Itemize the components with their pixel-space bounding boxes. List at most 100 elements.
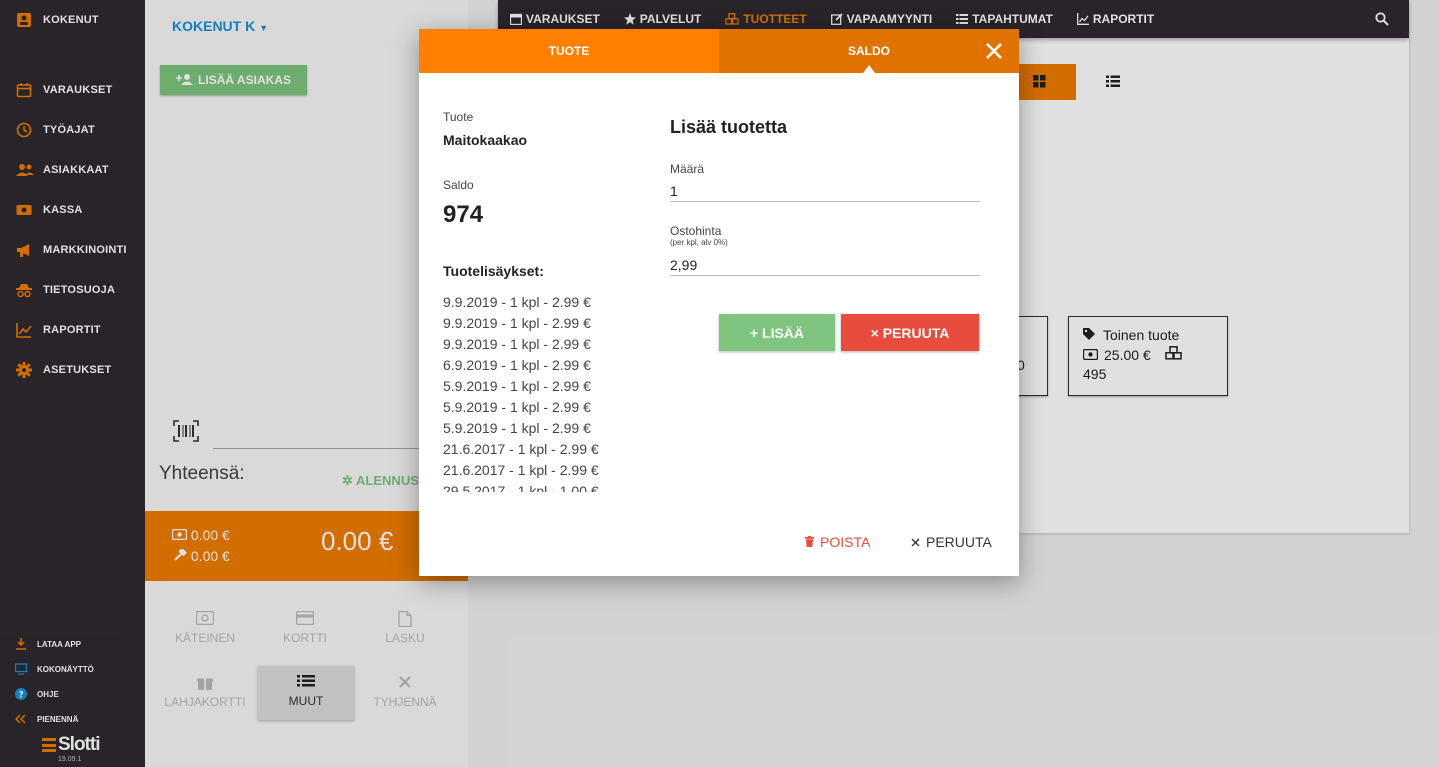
close-icon [911, 534, 920, 550]
customer-title[interactable]: KOKENUT K ▼ [172, 18, 268, 34]
nav-tapahtumat[interactable]: TAPAHTUMAT [956, 12, 1053, 26]
sidebar-item-pienenna[interactable]: PIENENNÄ [0, 708, 145, 730]
history-list[interactable]: 9.9.2019 - 1 kpl - 2.99 € 9.9.2019 - 1 k… [443, 292, 643, 492]
tab-label: SALDO [848, 44, 890, 58]
product-label: Tuote [443, 110, 474, 124]
add-customer-label: LISÄÄ ASIAKAS [198, 73, 291, 87]
product-name-row: Toinen tuote [1083, 327, 1213, 343]
sidebar-item-tietosuoja[interactable]: TIETOSUOJA [0, 275, 145, 305]
cash-icon [171, 527, 188, 543]
edit-icon [830, 13, 843, 25]
help-icon: ? [15, 688, 27, 701]
calendar-icon [16, 82, 32, 98]
trash-icon [805, 534, 814, 550]
cancel-flat-label: PERUUTA [926, 534, 992, 550]
history-title: Tuotelisäykset: [443, 263, 544, 279]
other-pay-button[interactable]: MUUT [258, 666, 354, 720]
sidebar-item-lataa-app[interactable]: LATAA APP [0, 633, 145, 655]
download-icon [15, 638, 27, 650]
sidebar-item-kokonaytto[interactable]: KOKONÄYTTÖ [0, 658, 145, 680]
pay-button-label: TYHJENNÄ [373, 695, 437, 709]
nav-vapaamyynti[interactable]: VAPAAMYYNTI [830, 12, 932, 26]
gear-icon: ✲ [342, 473, 353, 488]
cancel-flat-button[interactable]: PERUUTA [911, 534, 992, 550]
sidebar-item-label: KOKENUT [43, 14, 99, 26]
card-icon [295, 610, 315, 627]
cash-pay-button[interactable]: KÄTEINEN [157, 603, 253, 657]
nav-label: PALVELUT [639, 12, 702, 26]
sidebar-item-label: TYÖAJAT [43, 124, 95, 136]
total-label: Yhteensä: [159, 463, 245, 484]
cubes-icon [725, 13, 739, 25]
gift-icon [196, 675, 214, 691]
add-button-label: + LISÄÄ [749, 324, 805, 341]
list-item: 29.5.2017 - 1 kpl - 1.00 € [443, 483, 599, 492]
sidebar-item-label: RAPORTIT [43, 324, 101, 336]
quantity-underline [670, 201, 980, 202]
list-icon [1106, 75, 1120, 93]
nav-palvelut[interactable]: PALVELUT [623, 12, 702, 26]
tab-tuote[interactable]: TUOTE [419, 29, 719, 73]
list-item: 5.9.2019 - 1 kpl - 2.99 € [443, 399, 591, 415]
search-icon[interactable] [1375, 12, 1389, 26]
modal-tabs: TUOTE SALDO [419, 29, 1019, 73]
product-price-row: 25.00 € [1082, 346, 1213, 363]
add-button[interactable]: + LISÄÄ [719, 314, 835, 351]
list-item: 21.6.2017 - 1 kpl - 2.99 € [443, 441, 599, 457]
price-input[interactable]: 2,99 [670, 257, 697, 273]
total-amount: 0.00 € [321, 526, 394, 556]
barcode-icon[interactable] [173, 420, 199, 442]
list-item: 9.9.2019 - 1 kpl - 2.99 € [443, 294, 591, 310]
cancel-button-label: × PERUUTA [870, 324, 950, 341]
sidebar-item-tyoajat[interactable]: TYÖAJAT [0, 115, 145, 145]
invoice-pay-button[interactable]: LASKU [357, 603, 453, 657]
sidebar: KOKENUT VARAUKSET TYÖAJAT ASIAKKAAT KASS… [0, 0, 145, 767]
sidebar-item-label: LATAA APP [37, 639, 81, 649]
brand-logo: Slotti [42, 734, 100, 756]
product-name: Maitokaakao [443, 132, 528, 148]
nav-tuotteet[interactable]: TUOTTEET [725, 12, 807, 26]
clear-icon [396, 675, 414, 691]
add-customer-button[interactable]: LISÄÄ ASIAKAS [160, 65, 307, 95]
delete-button[interactable]: POISTA [805, 534, 870, 550]
sidebar-item-asetukset[interactable]: ASETUKSET [0, 355, 145, 385]
service-total: 0.00 € [172, 547, 230, 564]
tab-saldo[interactable]: SALDO [719, 29, 1019, 73]
sidebar-item-ohje[interactable]: ? OHJE [0, 683, 145, 705]
nav-label: TAPAHTUMAT [972, 12, 1053, 26]
gear-icon [16, 362, 32, 378]
brand-name: Slotti [58, 734, 100, 755]
product-name: Toinen tuote [1103, 327, 1180, 343]
list-item: 5.9.2019 - 1 kpl - 2.99 € [443, 378, 591, 394]
list-item: 9.9.2019 - 1 kpl - 2.99 € [443, 336, 591, 352]
list-item: 9.9.2019 - 1 kpl - 2.99 € [443, 315, 591, 331]
sidebar-item-kokenut[interactable]: KOKENUT [0, 5, 145, 35]
hammer-icon [172, 547, 187, 564]
caret-down-icon: ▼ [259, 23, 269, 33]
calendar-icon [509, 13, 523, 26]
card-pay-button[interactable]: KORTTI [257, 603, 353, 657]
clear-button[interactable]: TYHJENNÄ [357, 667, 453, 721]
sidebar-item-raportit[interactable]: RAPORTIT [0, 315, 145, 345]
gift-card-button[interactable]: LAHJAKORTTI [157, 667, 253, 721]
megaphone-icon [16, 242, 32, 258]
add-title: Lisää tuotetta [670, 117, 788, 137]
sidebar-item-varaukset[interactable]: VARAUKSET [0, 75, 145, 105]
pay-button-label: LASKU [385, 631, 425, 645]
cash-total: 0.00 € [171, 527, 230, 543]
sidebar-item-asiakkaat[interactable]: ASIAKKAAT [0, 155, 145, 185]
nav-varaukset[interactable]: VARAUKSET [509, 12, 600, 26]
list-icon [297, 674, 315, 690]
user-badge-icon [16, 12, 32, 28]
saldo-label: Saldo [443, 178, 474, 192]
sidebar-item-kassa[interactable]: KASSA [0, 195, 145, 225]
list-view-button[interactable] [1076, 64, 1149, 100]
close-icon[interactable] [985, 42, 1003, 60]
quantity-input[interactable]: 1 [670, 183, 678, 199]
cancel-button[interactable]: × PERUUTA [841, 314, 979, 351]
sidebar-item-markkinointi[interactable]: MARKKINOINTI [0, 235, 145, 265]
product-card[interactable]: Toinen tuote 25.00 € 495 [1068, 316, 1228, 396]
discount-button[interactable]: ✲ ALENNUS [342, 473, 419, 489]
nav-raportit[interactable]: RAPORTIT [1076, 12, 1154, 26]
svg-text:?: ? [18, 691, 23, 701]
